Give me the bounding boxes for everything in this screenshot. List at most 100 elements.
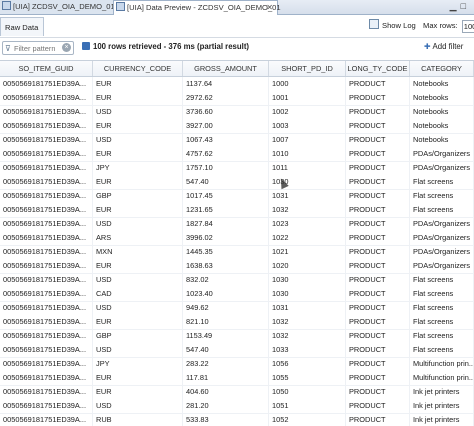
table-cell[interactable]: 1017.45 bbox=[183, 189, 269, 203]
table-row[interactable]: 0050569181751ED39A... CAD 1023.40 1030 PRODU… bbox=[0, 287, 474, 302]
table-cell[interactable]: 0050569181751ED39A... bbox=[0, 147, 93, 161]
table-cell[interactable]: PRODUCT bbox=[346, 357, 410, 371]
table-cell[interactable]: Flat screens bbox=[410, 175, 474, 189]
table-cell[interactable]: PRODUCT bbox=[346, 329, 410, 343]
table-row[interactable]: 0050569181751ED39A... EUR 821.10 1032 PRODUC… bbox=[0, 315, 474, 330]
table-cell[interactable]: EUR bbox=[93, 259, 183, 273]
table-cell[interactable]: RUB bbox=[93, 413, 183, 426]
table-row[interactable]: 0050569181751ED39A... EUR 1638.63 1020 PRODU… bbox=[0, 259, 474, 274]
table-cell[interactable]: 1032 bbox=[269, 329, 346, 343]
tab-data-preview[interactable]: [UIA] Data Preview - ZCDSV_OIA_DEMO_01 ✕ bbox=[113, 0, 281, 15]
table-cell[interactable]: 3736.60 bbox=[183, 105, 269, 119]
table-cell[interactable]: 1067.43 bbox=[183, 133, 269, 147]
table-cell[interactable]: 0050569181751ED39A... bbox=[0, 287, 93, 301]
table-cell[interactable]: EUR bbox=[93, 119, 183, 133]
table-row[interactable]: 0050569181751ED39A... USD 832.02 1030 PRODUC… bbox=[0, 273, 474, 288]
table-cell[interactable]: 281.20 bbox=[183, 399, 269, 413]
table-cell[interactable]: Flat screens bbox=[410, 301, 474, 315]
table-cell[interactable]: 4757.62 bbox=[183, 147, 269, 161]
table-cell[interactable]: PRODUCT bbox=[346, 315, 410, 329]
table-cell[interactable]: PRODUCT bbox=[346, 259, 410, 273]
table-row[interactable]: 0050569181751ED39A... EUR 404.60 1050 PRODUC… bbox=[0, 385, 474, 400]
table-cell[interactable]: EUR bbox=[93, 203, 183, 217]
table-cell[interactable]: ARS bbox=[93, 231, 183, 245]
table-cell[interactable]: USD bbox=[93, 301, 183, 315]
table-cell[interactable]: 0050569181751ED39A... bbox=[0, 231, 93, 245]
table-cell[interactable]: PRODUCT bbox=[346, 371, 410, 385]
table-cell[interactable]: 1050 bbox=[269, 385, 346, 399]
table-cell[interactable]: Multifunction prin... bbox=[410, 357, 474, 371]
table-cell[interactable]: 1030 bbox=[269, 273, 346, 287]
table-cell[interactable]: 1051 bbox=[269, 399, 346, 413]
clear-filter-icon[interactable]: × bbox=[62, 43, 71, 52]
table-row[interactable]: 0050569181751ED39A... EUR 547.40 1030 PRODUC… bbox=[0, 175, 474, 190]
table-cell[interactable]: PRODUCT bbox=[346, 245, 410, 259]
column-header-so-item-guid[interactable]: SO_ITEM_GUID bbox=[0, 61, 93, 76]
table-cell[interactable]: EUR bbox=[93, 77, 183, 91]
table-cell[interactable]: 832.02 bbox=[183, 273, 269, 287]
table-cell[interactable]: 1827.84 bbox=[183, 217, 269, 231]
table-cell[interactable]: 1023.40 bbox=[183, 287, 269, 301]
table-cell[interactable]: USD bbox=[93, 105, 183, 119]
table-cell[interactable]: Ink jet printers bbox=[410, 413, 474, 426]
column-header-gross-amount[interactable]: GROSS_AMOUNT bbox=[183, 61, 269, 76]
table-cell[interactable]: 547.40 bbox=[183, 175, 269, 189]
minimize-icon[interactable]: ▁ bbox=[450, 1, 461, 11]
table-cell[interactable]: 1021 bbox=[269, 245, 346, 259]
table-cell[interactable]: Ink jet printers bbox=[410, 399, 474, 413]
table-cell[interactable]: GBP bbox=[93, 189, 183, 203]
table-cell[interactable]: 0050569181751ED39A... bbox=[0, 105, 93, 119]
table-row[interactable]: 0050569181751ED39A... RUB 533.83 1052 PRODUC… bbox=[0, 413, 474, 426]
table-cell[interactable]: 1031 bbox=[269, 301, 346, 315]
table-cell[interactable]: EUR bbox=[93, 175, 183, 189]
table-row[interactable]: 0050569181751ED39A... GBP 1153.49 1032 PRODU… bbox=[0, 329, 474, 344]
table-row[interactable]: 0050569181751ED39A... EUR 1137.64 1000 PRODU… bbox=[0, 77, 474, 92]
table-cell[interactable]: 0050569181751ED39A... bbox=[0, 245, 93, 259]
table-cell[interactable]: JPY bbox=[93, 357, 183, 371]
table-cell[interactable]: 0050569181751ED39A... bbox=[0, 259, 93, 273]
table-cell[interactable]: 2972.62 bbox=[183, 91, 269, 105]
table-cell[interactable]: 1137.64 bbox=[183, 77, 269, 91]
table-cell[interactable]: PRODUCT bbox=[346, 77, 410, 91]
table-cell[interactable]: JPY bbox=[93, 161, 183, 175]
tab-raw-data[interactable]: Raw Data bbox=[0, 17, 44, 36]
table-cell[interactable]: USD bbox=[93, 273, 183, 287]
table-cell[interactable]: Flat screens bbox=[410, 343, 474, 357]
table-cell[interactable]: 0050569181751ED39A... bbox=[0, 133, 93, 147]
table-cell[interactable]: 117.81 bbox=[183, 371, 269, 385]
table-cell[interactable]: Flat screens bbox=[410, 189, 474, 203]
table-cell[interactable]: 0050569181751ED39A... bbox=[0, 343, 93, 357]
table-row[interactable]: 0050569181751ED39A... MXN 1445.35 1021 PRODU… bbox=[0, 245, 474, 260]
table-cell[interactable]: 1011 bbox=[269, 161, 346, 175]
table-cell[interactable]: Notebooks bbox=[410, 133, 474, 147]
table-row[interactable]: 0050569181751ED39A... USD 949.62 1031 PRODUC… bbox=[0, 301, 474, 316]
table-cell[interactable]: Flat screens bbox=[410, 329, 474, 343]
table-cell[interactable]: 0050569181751ED39A... bbox=[0, 357, 93, 371]
table-cell[interactable]: PRODUCT bbox=[346, 91, 410, 105]
table-cell[interactable]: PRODUCT bbox=[346, 105, 410, 119]
table-cell[interactable]: 0050569181751ED39A... bbox=[0, 189, 93, 203]
table-cell[interactable]: PRODUCT bbox=[346, 203, 410, 217]
tab-cds-view[interactable]: [UIA] ZCDSV_OIA_DEMO_01 bbox=[0, 0, 115, 14]
table-row[interactable]: 0050569181751ED39A... EUR 117.81 1055 PRODUC… bbox=[0, 371, 474, 386]
table-cell[interactable]: Flat screens bbox=[410, 203, 474, 217]
table-cell[interactable]: PDAs/Organizers bbox=[410, 161, 474, 175]
table-cell[interactable]: 1030 bbox=[269, 287, 346, 301]
table-row[interactable]: 0050569181751ED39A... EUR 4757.62 1010 PRODU… bbox=[0, 147, 474, 162]
table-cell[interactable]: PRODUCT bbox=[346, 189, 410, 203]
table-cell[interactable]: 1003 bbox=[269, 119, 346, 133]
table-cell[interactable]: 0050569181751ED39A... bbox=[0, 175, 93, 189]
table-cell[interactable]: 0050569181751ED39A... bbox=[0, 413, 93, 426]
table-cell[interactable]: 0050569181751ED39A... bbox=[0, 385, 93, 399]
table-cell[interactable]: 283.22 bbox=[183, 357, 269, 371]
column-header-long-ty-code[interactable]: LONG_TY_CODE bbox=[346, 61, 410, 76]
table-row[interactable]: 0050569181751ED39A... EUR 3927.00 1003 PRODU… bbox=[0, 119, 474, 134]
table-cell[interactable]: CAD bbox=[93, 287, 183, 301]
table-row[interactable]: 0050569181751ED39A... JPY 1757.10 1011 PRODU… bbox=[0, 161, 474, 176]
table-cell[interactable]: EUR bbox=[93, 371, 183, 385]
table-cell[interactable]: PRODUCT bbox=[346, 399, 410, 413]
table-cell[interactable]: PRODUCT bbox=[346, 287, 410, 301]
table-cell[interactable]: 1056 bbox=[269, 357, 346, 371]
table-cell[interactable]: PRODUCT bbox=[346, 147, 410, 161]
table-cell[interactable]: 1007 bbox=[269, 133, 346, 147]
